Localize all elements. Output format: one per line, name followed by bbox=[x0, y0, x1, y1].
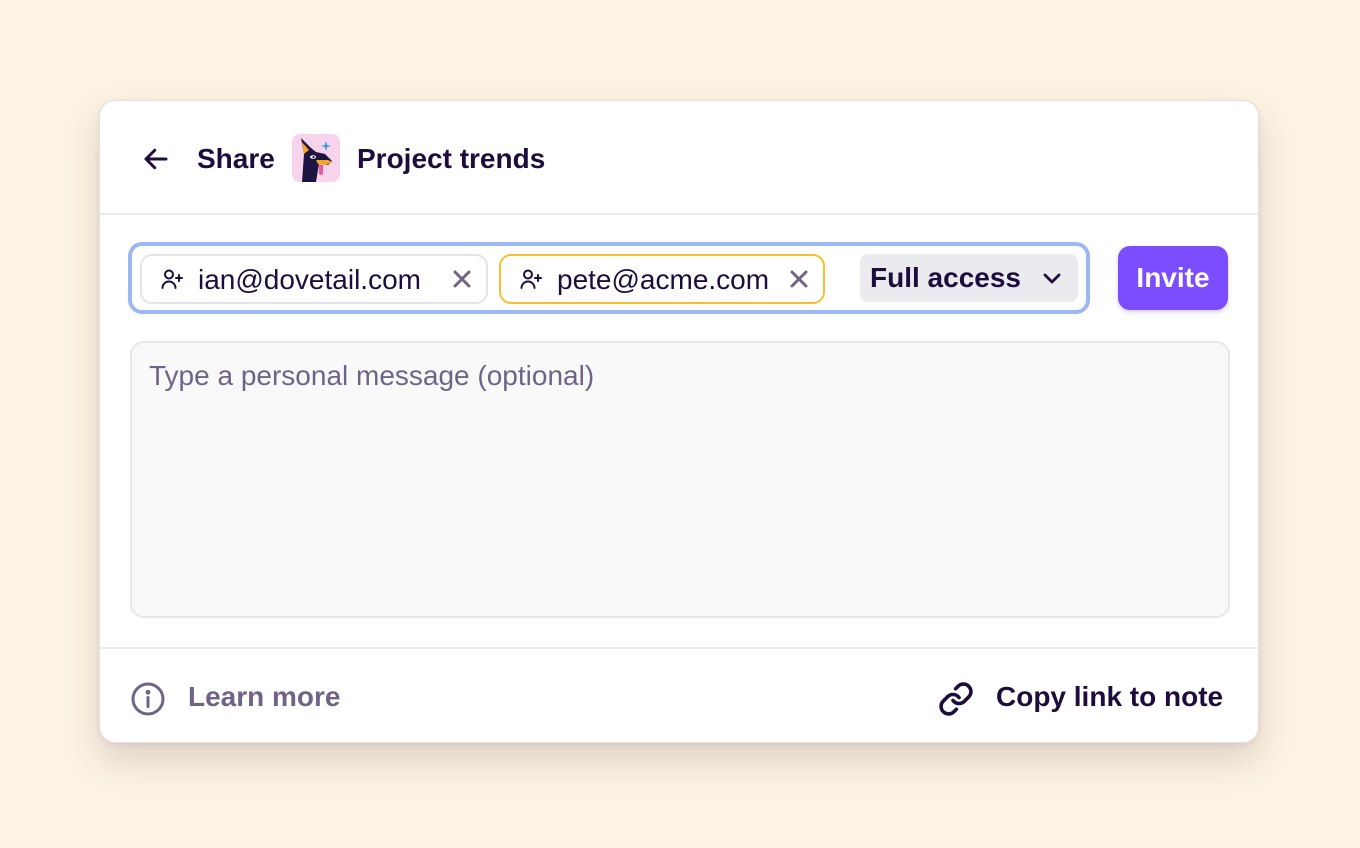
user-plus-icon bbox=[520, 269, 542, 289]
project-name: Project trends bbox=[357, 143, 546, 174]
user-plus-icon bbox=[161, 269, 183, 289]
access-level-value: Full access bbox=[870, 262, 1021, 293]
link-icon bbox=[939, 682, 973, 716]
chevron-down-icon bbox=[1043, 273, 1061, 284]
share-dialog: Share Project trends ian@dovetail.com pe… bbox=[99, 100, 1259, 743]
project-avatar bbox=[292, 134, 340, 182]
share-title: Share bbox=[197, 143, 275, 174]
close-icon[interactable] bbox=[787, 267, 811, 291]
invite-recipients-field[interactable]: ian@dovetail.com pete@acme.com Full acce… bbox=[128, 242, 1090, 314]
dialog-header: Share Project trends bbox=[100, 101, 1258, 215]
invite-button[interactable]: Invite bbox=[1118, 246, 1228, 310]
back-button[interactable] bbox=[136, 139, 176, 179]
personal-message-input[interactable] bbox=[130, 341, 1230, 618]
recipient-chip[interactable]: pete@acme.com bbox=[499, 254, 825, 304]
recipient-chip[interactable]: ian@dovetail.com bbox=[140, 254, 488, 304]
arrow-left-icon bbox=[144, 148, 168, 170]
info-icon bbox=[131, 682, 165, 716]
learn-more-label: Learn more bbox=[188, 681, 341, 712]
dialog-footer: Learn more Copy link to note bbox=[100, 647, 1258, 742]
recipient-email: ian@dovetail.com bbox=[198, 264, 421, 295]
jackal-mascot-avatar bbox=[292, 134, 340, 182]
recipient-email: pete@acme.com bbox=[557, 264, 770, 295]
copy-link-button[interactable]: Copy link to note bbox=[936, 679, 1236, 719]
copy-link-label: Copy link to note bbox=[996, 681, 1224, 712]
close-icon[interactable] bbox=[450, 267, 474, 291]
access-level-select[interactable]: Full access bbox=[860, 254, 1078, 302]
